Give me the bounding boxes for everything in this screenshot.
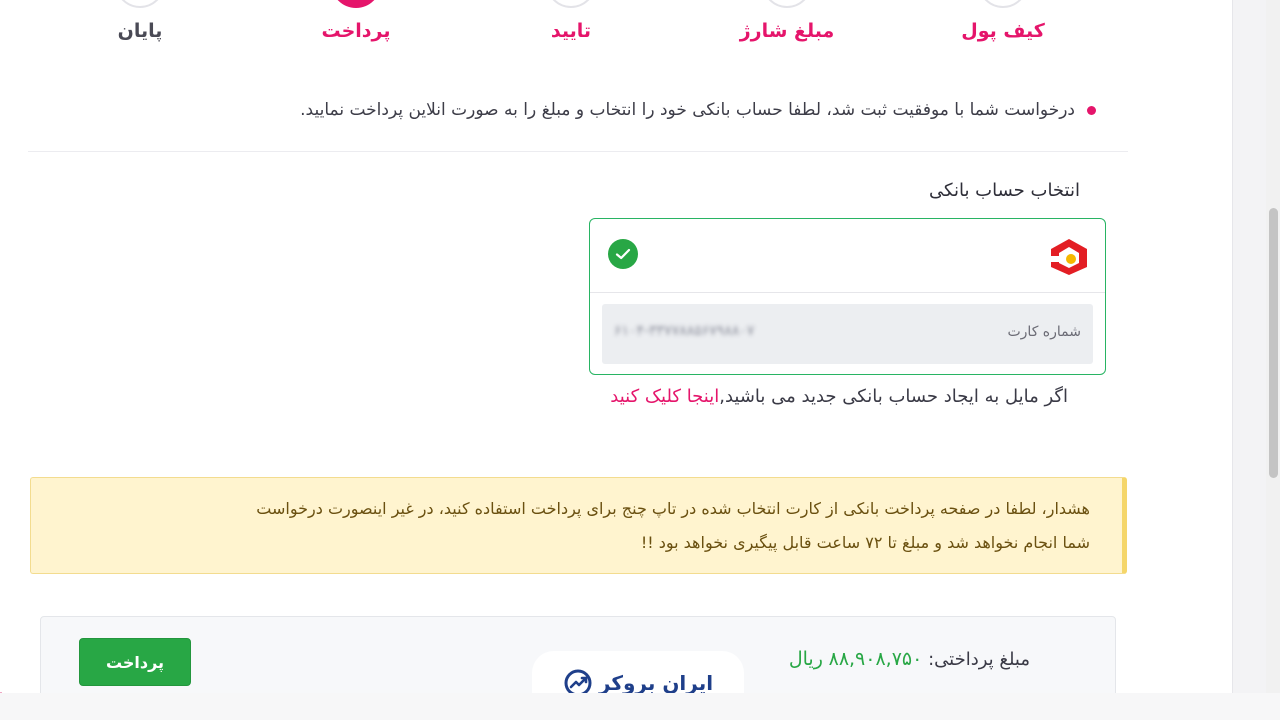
watermark-text: ایران بروکر — [598, 671, 714, 695]
payment-currency: ریال — [788, 648, 823, 670]
bank-section-title: انتخاب حساب بانکی — [929, 180, 1080, 201]
step-label: تایید — [550, 20, 592, 42]
payment-amount-label: مبلغ پرداختی: — [928, 649, 1030, 670]
step-label: پرداخت — [321, 20, 391, 42]
divider — [28, 151, 1128, 152]
card-number-row: شماره کارت ۶۱۰۴-۳۳۷۷۸۸۵۶۷۹۸۸۰۷ — [602, 304, 1093, 364]
page: پایان پرداخت تایید مبلغ شارژ کیف پول درخ… — [0, 0, 1232, 720]
step-circle-active — [331, 0, 381, 8]
scroll-area — [1232, 0, 1280, 720]
step-label: کیف پول — [961, 20, 1045, 42]
payment-amount-row: مبلغ پرداختی: ۸۸,۹۰۸,۷۵۰ ریال — [789, 648, 1030, 670]
step-circle — [115, 0, 165, 8]
progress-steps: پایان پرداخت تایید مبلغ شارژ کیف پول — [0, 0, 1232, 60]
step-label: پایان — [117, 20, 163, 42]
notice-text: درخواست شما با موفقیت ثبت شد، لطفا حساب … — [300, 100, 1075, 120]
card-number-value: ۶۱۰۴-۳۳۷۷۸۸۵۶۷۹۸۸۰۷ — [614, 323, 755, 339]
bottom-strip — [0, 693, 1280, 720]
new-account-link[interactable]: اینجا کلیک کنید — [610, 386, 719, 407]
bullet-icon — [1087, 105, 1096, 115]
payment-amount-value: ۸۸,۹۰۸,۷۵۰ — [828, 648, 923, 670]
new-account-prompt: اگر مایل به ایجاد حساب بانکی جدید می باش… — [610, 386, 1068, 407]
success-notice: درخواست شما با موفقیت ثبت شد، لطفا حساب … — [56, 100, 1096, 120]
check-icon — [608, 239, 638, 269]
card-number-label: شماره کارت — [1007, 324, 1081, 340]
step-label: مبلغ شارژ — [739, 20, 835, 42]
scrollbar-thumb[interactable] — [1269, 208, 1278, 478]
step-wallet: کیف پول — [923, 0, 1083, 60]
pay-button[interactable]: پرداخت — [79, 638, 191, 686]
scrollbar-track[interactable] — [1266, 0, 1280, 700]
step-circle — [762, 0, 812, 8]
card-divider — [590, 292, 1105, 293]
bank-mellat-logo-icon — [1047, 237, 1091, 277]
step-finish: پایان — [60, 0, 220, 60]
step-circle — [978, 0, 1028, 8]
new-account-text: اگر مایل به ایجاد حساب بانکی جدید می باش… — [719, 386, 1068, 407]
warning-alert: هشدار، لطفا در صفحه پرداخت بانکی از کارت… — [30, 477, 1127, 574]
step-circle — [546, 0, 596, 8]
bank-account-card[interactable]: شماره کارت ۶۱۰۴-۳۳۷۷۸۸۵۶۷۹۸۸۰۷ — [589, 218, 1106, 375]
warning-line-2: شما انجام نخواهد شد و مبلغ تا ۷۲ ساعت قا… — [640, 533, 1090, 552]
step-payment: پرداخت — [276, 0, 436, 60]
warning-line-1: هشدار، لطفا در صفحه پرداخت بانکی از کارت… — [256, 499, 1090, 518]
step-confirm: تایید — [491, 0, 651, 60]
step-charge-amount: مبلغ شارژ — [707, 0, 867, 60]
